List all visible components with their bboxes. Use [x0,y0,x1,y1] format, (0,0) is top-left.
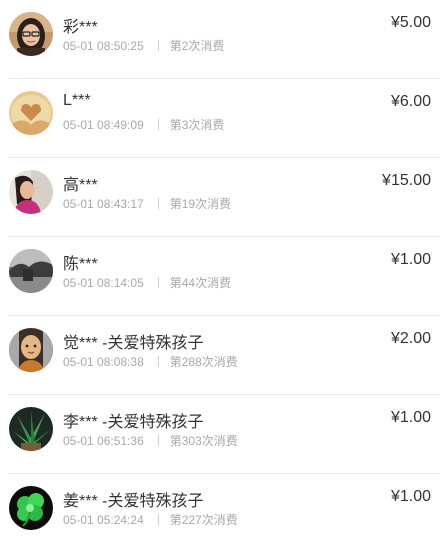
amount: ¥5.00 [391,14,431,32]
record-meta: 05-01 06:51:36 第303次消费 [63,432,238,449]
customer-name: 高*** [63,177,98,194]
purchase-count: 第288次消费 [169,355,238,369]
currency-symbol: ¥ [390,93,400,110]
purchase-count: 第19次消费 [169,197,232,211]
meta-divider [157,514,159,525]
heart-hands-avatar-icon [9,91,53,135]
amount-value: 1.00 [399,251,431,268]
currency-symbol: ¥ [390,409,400,426]
meta-divider [157,198,159,209]
record-time: 05-01 08:50:25 [63,39,144,53]
meta-divider [157,277,159,288]
record-time: 05-01 05:24:24 [63,513,144,527]
landscape-avatar-icon [9,249,53,293]
customer-name: 觉*** -关爱特殊孩子 [63,335,204,352]
currency-symbol: ¥ [390,330,400,347]
amount: ¥15.00 [382,172,431,190]
meta-divider [157,435,159,446]
amount-value: 6.00 [399,93,431,110]
purchase-count: 第3次消费 [169,118,225,132]
customer-name: 姜*** -关爱特殊孩子 [63,493,204,510]
list-item[interactable]: 彩*** 05-01 08:50:25 第2次消费 ¥5.00 [0,0,440,79]
consumption-list: 彩*** 05-01 08:50:25 第2次消费 ¥5.00 L*** 05-0… [0,0,440,537]
meta-divider [157,40,159,51]
amount-value: 1.00 [399,409,431,426]
purchase-count: 第227次消费 [169,513,238,527]
customer-name: 彩*** [63,19,98,36]
record-meta: 05-01 05:24:24 第227次消费 [63,511,238,528]
plant-avatar-icon [9,407,53,451]
amount: ¥6.00 [391,93,431,111]
list-item[interactable]: 姜*** -关爱特殊孩子 05-01 05:24:24 第227次消费 ¥1.00 [0,474,440,553]
list-item[interactable]: 李*** -关爱特殊孩子 05-01 06:51:36 第303次消费 ¥1.00 [0,395,440,474]
record-time: 05-01 08:14:05 [63,276,144,290]
amount-value: 5.00 [399,14,431,31]
list-item[interactable]: L*** 05-01 08:49:09 第3次消费 ¥6.00 [0,79,440,158]
record-time: 05-01 08:43:17 [63,197,144,211]
list-item[interactable]: 陈*** 05-01 08:14:05 第44次消费 ¥1.00 [0,237,440,316]
currency-symbol: ¥ [390,251,400,268]
customer-name: 李*** -关爱特殊孩子 [63,414,204,431]
amount-value: 1.00 [399,488,431,505]
list-item[interactable]: 觉*** -关爱特殊孩子 05-01 08:08:38 第288次消费 ¥2.00 [0,316,440,395]
record-meta: 05-01 08:14:05 第44次消费 [63,274,231,291]
record-time: 05-01 08:08:38 [63,355,144,369]
amount: ¥1.00 [391,251,431,269]
woman-pink-avatar-icon [9,170,53,214]
customer-name: 陈*** [63,256,98,273]
green-clover-avatar-icon [9,486,53,530]
amount: ¥1.00 [391,409,431,427]
customer-name: L*** [63,92,91,109]
monk-avatar-icon [9,328,53,372]
meta-divider [157,356,159,367]
amount: ¥1.00 [391,488,431,506]
record-time: 05-01 08:49:09 [63,118,144,132]
amount-value: 15.00 [390,172,431,189]
woman-glasses-avatar-icon [9,12,53,56]
purchase-count: 第44次消费 [169,276,232,290]
record-meta: 05-01 08:43:17 第19次消费 [63,195,231,212]
currency-symbol: ¥ [382,172,391,189]
record-time: 05-01 06:51:36 [63,434,144,448]
purchase-count: 第2次消费 [169,39,225,53]
currency-symbol: ¥ [390,488,400,505]
purchase-count: 第303次消费 [169,434,238,448]
record-meta: 05-01 08:50:25 第2次消费 [63,37,224,54]
amount: ¥2.00 [391,330,431,348]
meta-divider [157,119,159,130]
list-item[interactable]: 高*** 05-01 08:43:17 第19次消费 ¥15.00 [0,158,440,237]
amount-value: 2.00 [399,330,431,347]
record-meta: 05-01 08:49:09 第3次消费 [63,116,224,133]
record-meta: 05-01 08:08:38 第288次消费 [63,353,238,370]
currency-symbol: ¥ [390,14,400,31]
